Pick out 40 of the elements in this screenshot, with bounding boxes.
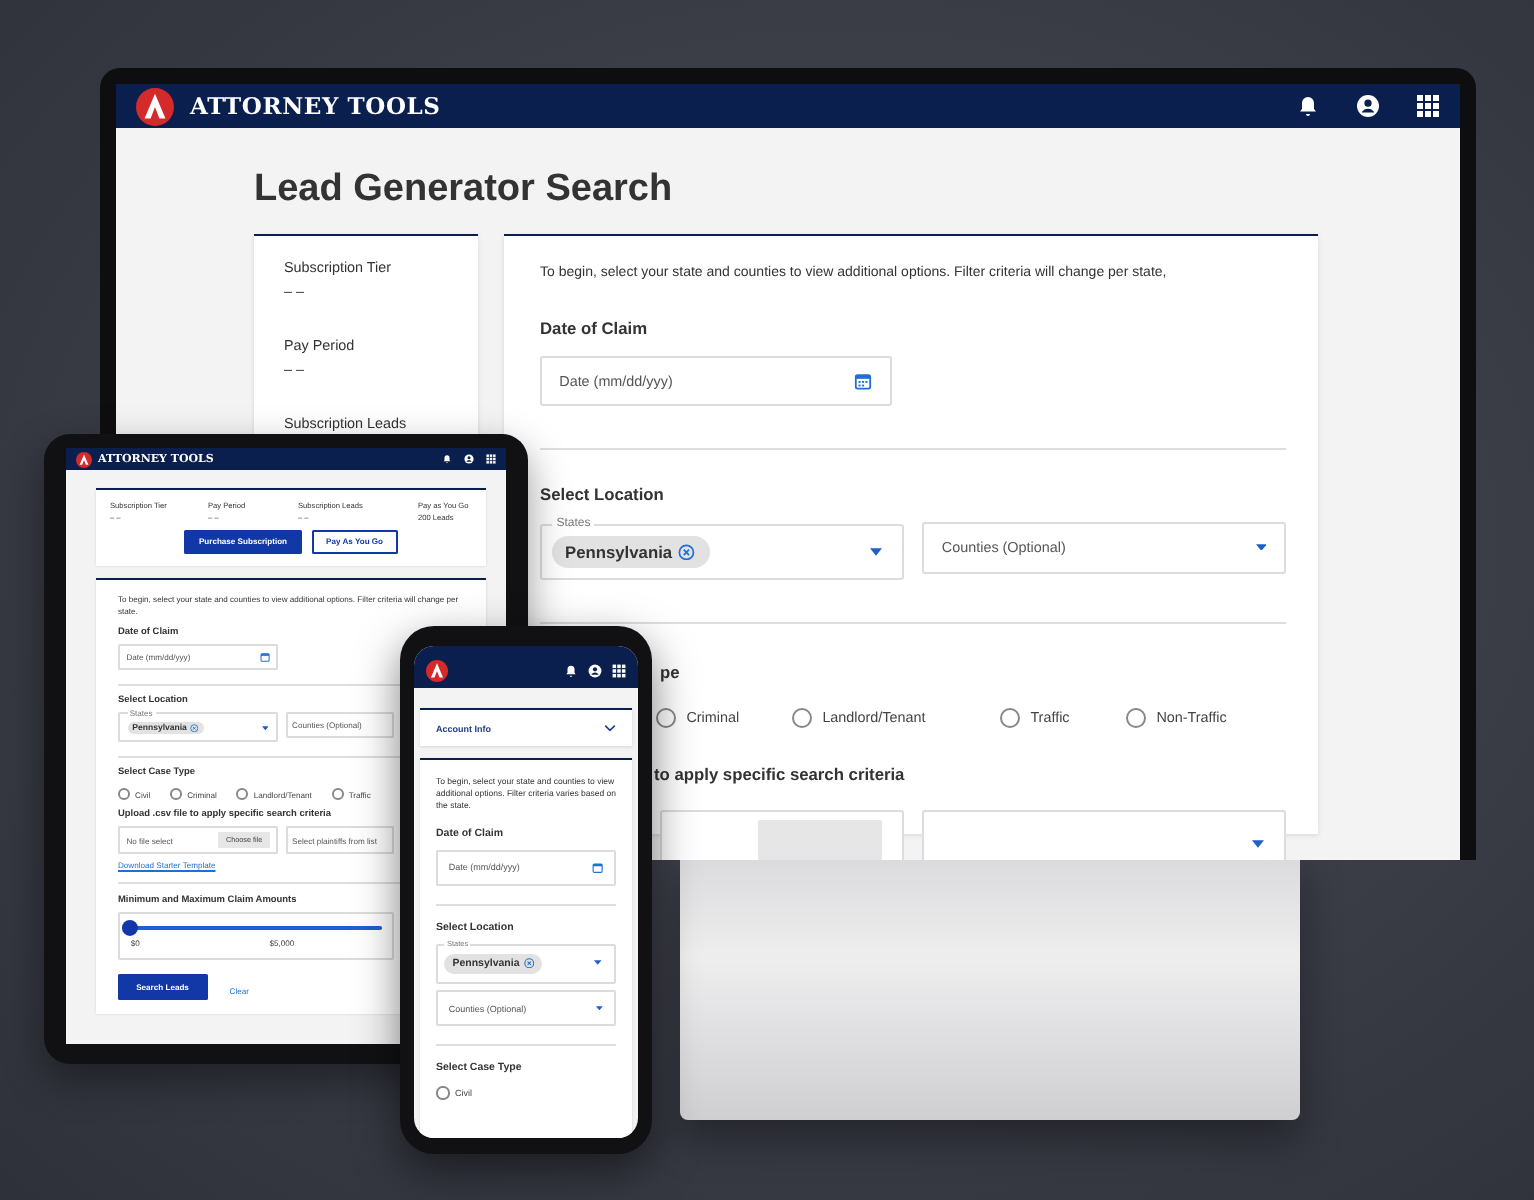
- account-icon[interactable]: [588, 663, 602, 677]
- caret-icon[interactable]: [596, 1006, 604, 1011]
- state-chip[interactable]: Pennsylvania: [551, 536, 710, 568]
- bell-icon[interactable]: [1296, 94, 1320, 118]
- radio-button[interactable]: [656, 707, 677, 728]
- section-title: to apply specific search criteria: [654, 764, 905, 785]
- apps-grid-icon[interactable]: [486, 454, 496, 464]
- file-field[interactable]: [660, 810, 904, 860]
- radio-button[interactable]: [1126, 707, 1147, 728]
- radio-button[interactable]: [792, 707, 813, 728]
- app-name: ATTORNEY TOOLS: [190, 92, 441, 120]
- section-title: Select Location: [540, 484, 664, 505]
- radio-button[interactable]: [170, 788, 182, 800]
- remove-icon[interactable]: [678, 543, 696, 561]
- bell-icon[interactable]: [564, 663, 578, 677]
- logo-icon: [426, 659, 448, 681]
- remove-icon[interactable]: [190, 723, 199, 732]
- apps-grid-icon[interactable]: [612, 663, 626, 677]
- radio-button[interactable]: [1000, 707, 1021, 728]
- radio-button[interactable]: [118, 788, 130, 800]
- remove-icon[interactable]: [523, 958, 535, 969]
- section-title: Date of Claim: [540, 317, 648, 338]
- chevron-down-icon[interactable]: [604, 724, 616, 732]
- caret-icon[interactable]: [594, 960, 602, 966]
- section-title: pe: [660, 661, 680, 682]
- calendar-icon[interactable]: [854, 372, 873, 391]
- account-icon[interactable]: [464, 454, 474, 464]
- page-title: Lead Generator Search: [254, 168, 675, 212]
- caret-icon[interactable]: [1255, 543, 1267, 551]
- calendar-icon[interactable]: [259, 652, 270, 663]
- radio-button[interactable]: [236, 788, 249, 800]
- account-icon[interactable]: [1356, 94, 1380, 118]
- caret-icon[interactable]: [870, 548, 883, 557]
- slider-thumb[interactable]: [122, 920, 139, 937]
- apps-grid-icon[interactable]: [1416, 94, 1440, 118]
- radio-button[interactable]: [331, 788, 344, 800]
- bell-icon[interactable]: [442, 454, 452, 464]
- radio-button[interactable]: [436, 1086, 449, 1100]
- caret-icon[interactable]: [262, 725, 269, 730]
- calendar-icon[interactable]: [591, 862, 604, 874]
